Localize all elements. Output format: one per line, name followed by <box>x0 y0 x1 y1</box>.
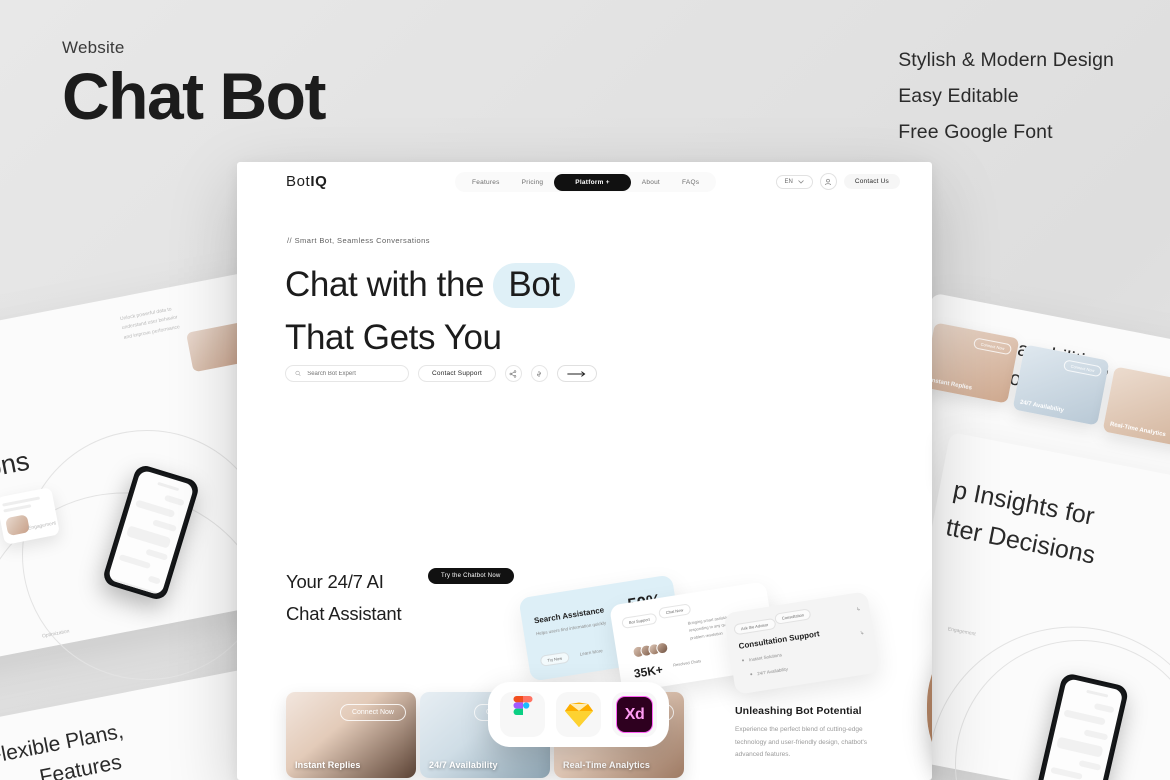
subheading: Your 24/7 AI Chat Assistant <box>286 566 402 630</box>
hero-heading-highlight: Bot <box>493 263 575 309</box>
search-input[interactable] <box>307 370 399 377</box>
feature-card-3-chip-2[interactable]: Consultation <box>774 608 812 625</box>
language-value: EN <box>784 178 793 185</box>
feature-list: Stylish & Modern Design Easy Editable Fr… <box>898 42 1114 150</box>
arrow-right-icon <box>567 370 586 377</box>
feature-item-3: Free Google Font <box>898 121 1053 144</box>
adobe-xd-icon[interactable]: Xd <box>612 692 657 737</box>
bg-right-bottom-engagement-label: Engagement <box>947 626 977 638</box>
bg-right-card-2-chip: Connect Now <box>1062 359 1103 378</box>
feature-card-3-bullet-2: 24/7 Availability <box>756 666 789 677</box>
feature-card-2-chip-top[interactable]: Chat Now <box>658 603 691 620</box>
nav-menu: Features Pricing Platform + About FAQs <box>455 172 717 192</box>
nav-item-pricing[interactable]: Pricing <box>511 175 555 190</box>
figma-glyph-icon <box>513 695 532 715</box>
bg-right-card-1-chip: Connect Now <box>972 337 1013 356</box>
xd-glyph-label: Xd <box>616 696 653 733</box>
bottom-card-2-label: 24/7 Availability <box>429 760 498 770</box>
bg-left-top-body: Unlock powerful data to understand user b… <box>119 306 181 341</box>
feature-card-3-bullet-1: Instant Solutions <box>748 652 783 663</box>
app-icons-bar: Xd <box>488 682 669 747</box>
site-navbar: BotIQ Features Pricing Platform + About … <box>237 162 932 204</box>
logo-text-right: IQ <box>310 173 328 190</box>
search-icon <box>295 370 301 377</box>
user-account-button[interactable] <box>819 173 837 190</box>
bottom-card-3-label: Real-Time Analytics <box>563 760 650 770</box>
bullet-dot-icon-2 <box>750 673 753 676</box>
bottom-card-instant-replies[interactable]: Connect Now Instant Replies <box>286 692 416 778</box>
header-left: Website Chat Bot <box>62 38 326 133</box>
feature-item-2: Easy Editable <box>898 85 1019 108</box>
bullet-dot-icon-1 <box>741 659 745 662</box>
feature-item-1: Stylish & Modern Design <box>898 49 1114 71</box>
share-icon <box>510 369 517 378</box>
feature-card-2-metric-sub: Resolved Chats <box>672 658 702 668</box>
feature-card-2-title: Bot Support <box>621 612 658 630</box>
page-title: Chat Bot <box>62 59 326 133</box>
share-button[interactable] <box>504 365 522 382</box>
hero-cta-row: Contact Support <box>285 365 597 382</box>
feature-card-3-corner-1: ↳ <box>855 606 861 613</box>
chevron-down-icon <box>798 179 804 184</box>
nav-item-features[interactable]: Features <box>461 175 511 190</box>
bottom-text-block: Unleashing Bot Potential Experience the … <box>735 705 895 762</box>
try-chatbot-button[interactable]: Try the Chatbot Now <box>428 568 514 584</box>
link-icon <box>537 371 542 376</box>
nav-item-platform[interactable]: Platform + <box>554 173 631 191</box>
nav-item-about[interactable]: About <box>631 175 671 190</box>
bg-right-card-1-label: Instant Replies <box>929 377 973 392</box>
subheading-line1: Your 24/7 AI <box>286 571 384 592</box>
logo[interactable]: BotIQ <box>286 173 327 190</box>
feature-card-2-metric: 35K+ <box>632 662 664 681</box>
feature-card-3-chip-1[interactable]: Ask the Advisor <box>733 617 777 636</box>
feature-card-1-chip-learn[interactable]: Learn More <box>579 648 603 657</box>
hero-heading: Chat with the Bot That Gets You <box>285 258 575 364</box>
language-selector[interactable]: EN <box>775 174 813 189</box>
bottom-body-text: Experience the perfect blend of cutting-… <box>735 726 868 759</box>
contact-support-button[interactable]: Contact Support <box>418 365 496 382</box>
bg-right-card-2-label: 24/7 Availability <box>1019 399 1065 414</box>
hero-heading-line1: Chat with the <box>285 265 485 304</box>
bottom-card-1-label: Instant Replies <box>295 760 361 770</box>
user-icon <box>825 178 832 185</box>
contact-us-button[interactable]: Contact Us <box>843 174 900 189</box>
hero-tagline: // Smart Bot, Seamless Conversations <box>287 236 430 245</box>
logo-text-left: Bot <box>286 173 311 190</box>
kicker-label: Website <box>62 38 125 57</box>
hero-heading-line2: That Gets You <box>285 318 502 358</box>
link-button[interactable] <box>530 365 548 382</box>
figma-icon[interactable] <box>500 692 545 737</box>
bottom-heading: Unleashing Bot Potential <box>735 705 862 717</box>
subheading-line2: Chat Assistant <box>286 602 402 624</box>
bottom-card-1-chip[interactable]: Connect Now <box>339 704 406 721</box>
feature-card-1-chip-try[interactable]: Try Now <box>539 651 570 667</box>
next-arrow-button[interactable] <box>556 365 597 382</box>
nav-right-group: EN Contact Us <box>775 173 900 190</box>
sketch-icon[interactable] <box>556 692 601 737</box>
sketch-glyph-icon <box>564 702 593 727</box>
orbit-diagram <box>923 405 932 555</box>
feature-card-3-corner-2: ↳ <box>859 630 865 637</box>
search-box[interactable] <box>285 365 409 382</box>
hand-illustration <box>927 632 932 780</box>
nav-item-faqs[interactable]: FAQs <box>671 175 710 190</box>
